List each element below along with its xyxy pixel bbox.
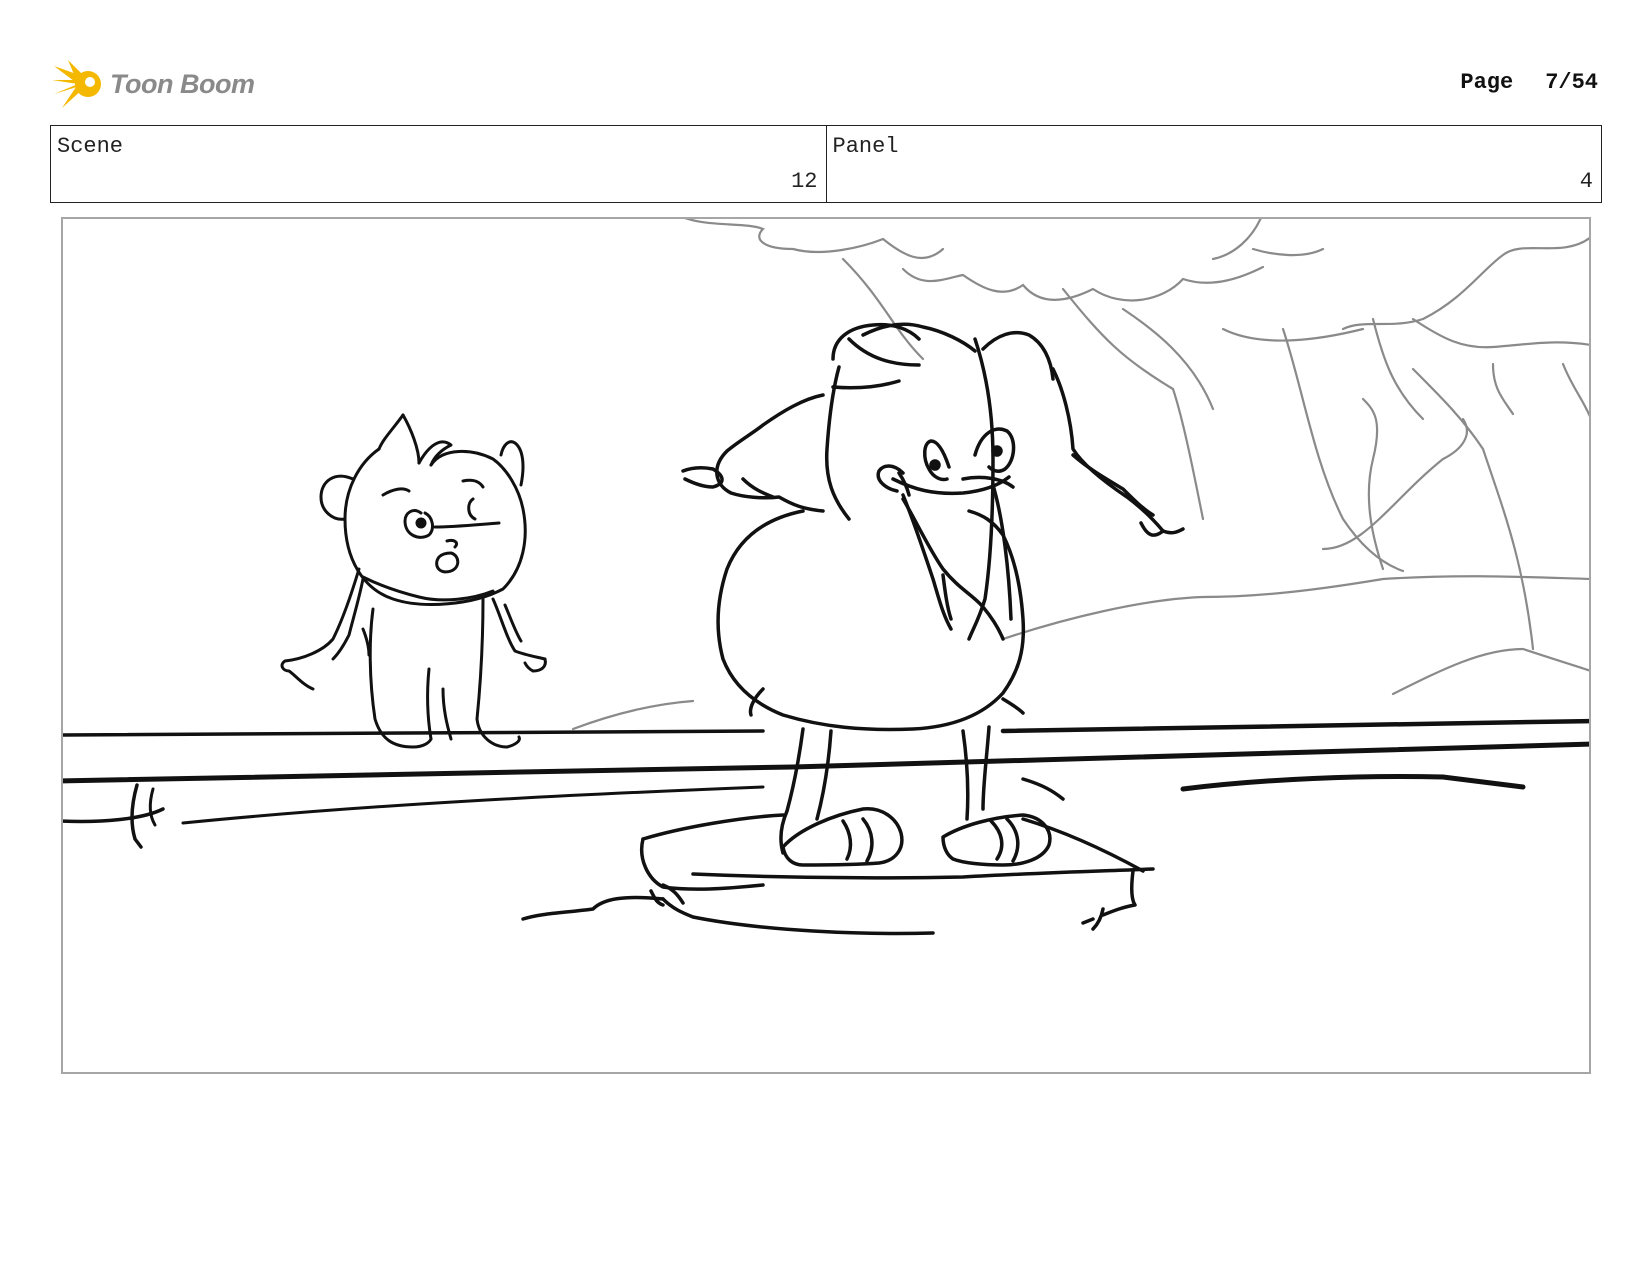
- scene-cell: Scene 12: [51, 126, 826, 202]
- page-number: 7/54: [1545, 70, 1598, 95]
- scene-panel-table: Scene 12 Panel 4: [50, 125, 1602, 203]
- scene-label: Scene: [57, 134, 124, 159]
- panel-value: 4: [1579, 169, 1593, 194]
- starburst-logo-icon: [52, 60, 101, 108]
- toon-boom-logo: Toon Boom: [52, 58, 255, 110]
- page-label: Page: [1460, 70, 1514, 95]
- logo-text: Toon Boom: [110, 68, 255, 99]
- bear-character: [280, 413, 547, 749]
- bird-character: [681, 322, 1185, 867]
- storyboard-panel: [61, 217, 1591, 1074]
- panel-cell: Panel 4: [825, 126, 1602, 202]
- stone-platform: [521, 813, 1155, 936]
- background-tree: [571, 219, 1589, 731]
- scene-value: 12: [791, 169, 818, 194]
- railing: [63, 718, 1589, 849]
- panel-label: Panel: [832, 134, 899, 159]
- page-indicator: Page 7/54: [1460, 70, 1598, 95]
- storyboard-sketch: [63, 219, 1589, 936]
